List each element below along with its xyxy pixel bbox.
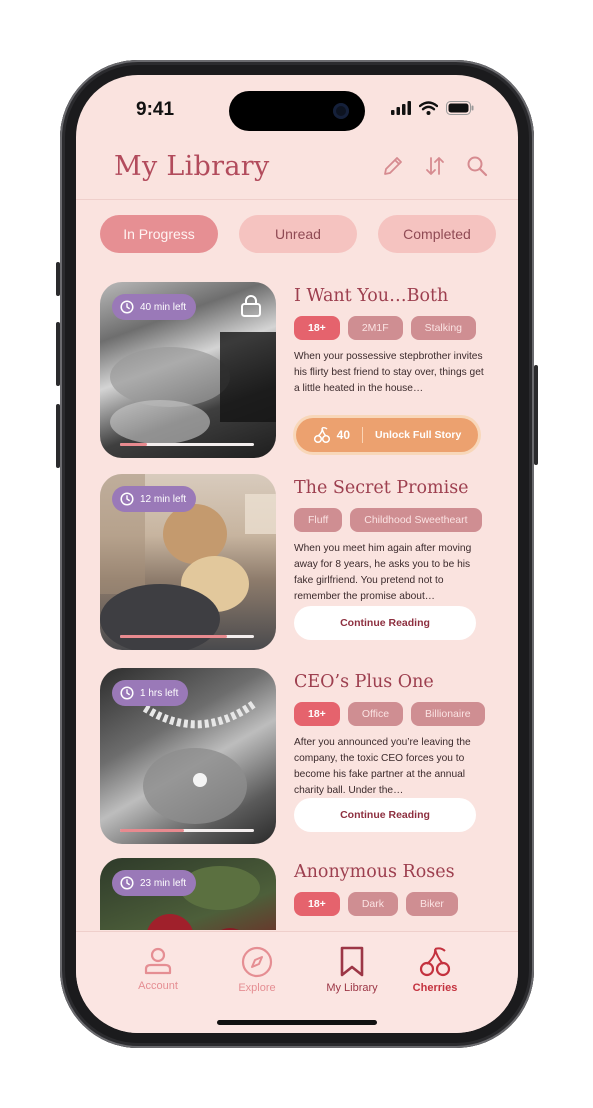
tag: Fluff — [294, 508, 343, 532]
tag: 2M1F — [347, 316, 403, 340]
time-left-badge: 40 min left — [112, 294, 197, 320]
reading-progress-bar — [120, 635, 254, 638]
time-left-text: 1 hrs left — [140, 687, 179, 699]
time-left-text: 12 min left — [140, 493, 187, 505]
nav-account[interactable]: Account — [118, 946, 198, 992]
tab-unread[interactable]: Unread — [239, 215, 357, 253]
status-time: 9:41 — [136, 99, 175, 120]
tag-mature: 18+ — [294, 316, 340, 340]
tag-list: 18+ Dark Biker — [294, 892, 484, 916]
story-title: Anonymous Roses — [294, 862, 455, 882]
tag-list: 18+ 2M1F Stalking — [294, 316, 484, 340]
nav-label: Explore — [238, 982, 276, 994]
time-left-badge: 1 hrs left — [112, 680, 189, 706]
app-header: My Library — [76, 145, 518, 200]
tab-completed[interactable]: Completed — [378, 215, 496, 253]
story-cover-image: 1 hrs left — [100, 668, 276, 844]
story-title: The Secret Promise — [294, 478, 469, 498]
signal-icon — [391, 101, 411, 115]
nav-explore[interactable]: Explore — [217, 946, 297, 994]
story-card[interactable]: 1 hrs left CEO’s Plus One 18+ Office Bil… — [100, 668, 500, 844]
pencil-icon — [384, 157, 402, 175]
power-button — [534, 365, 538, 465]
time-left-badge: 23 min left — [112, 870, 197, 896]
bookmark-icon — [340, 946, 364, 977]
wifi-icon — [419, 101, 438, 115]
tag: Biker — [405, 892, 458, 916]
reading-progress-bar — [120, 829, 254, 832]
story-description: After you announced you’re leaving the c… — [294, 737, 471, 796]
compass-icon — [241, 946, 273, 978]
unlock-full-story-button[interactable]: 40 Unlock Full Story — [296, 418, 478, 452]
nav-label: My Library — [326, 982, 378, 994]
home-indicator — [217, 1020, 377, 1025]
time-left-text: 40 min left — [140, 301, 187, 313]
story-description: When you meet him again after moving awa… — [294, 543, 472, 602]
story-title: CEO’s Plus One — [294, 672, 434, 692]
story-card[interactable]: 40 min left I Want You…Both 18+ 2M1F Sta… — [100, 282, 500, 458]
nav-cherries[interactable]: Cherries — [395, 946, 475, 994]
bottom-tab-bar: Account Explore My Library Cherries — [76, 931, 518, 1033]
search-button[interactable] — [464, 153, 490, 179]
time-left-badge: 12 min left — [112, 486, 197, 512]
cherries-icon — [313, 426, 330, 444]
tag-list: 18+ Office Billionaire — [294, 702, 485, 726]
continue-reading-button[interactable]: Continue Reading — [294, 798, 476, 832]
action-button — [56, 262, 60, 296]
tag: Dark — [347, 892, 398, 916]
nav-my-library[interactable]: My Library — [312, 946, 392, 994]
clock-icon — [120, 492, 134, 506]
tag: Childhood Sweetheart — [350, 508, 482, 532]
clock-icon — [120, 300, 134, 314]
sort-arrows-icon — [426, 157, 444, 175]
story-cover-image: 40 min left — [100, 282, 276, 458]
status-icons — [391, 101, 474, 115]
story-cover-image: 12 min left — [100, 474, 276, 650]
tag-mature: 18+ — [294, 892, 340, 916]
nav-label: Cherries — [412, 982, 458, 994]
library-tabs: In Progress Unread Completed — [100, 215, 496, 253]
cherries-icon — [419, 947, 451, 977]
search-icon — [467, 156, 488, 177]
app-screen: 9:41 My Library In Progress Unread Compl… — [76, 75, 518, 1033]
story-cover-image: 23 min left — [100, 858, 276, 930]
page-title: My Library — [114, 151, 270, 182]
edit-button[interactable] — [380, 153, 406, 179]
person-icon — [144, 947, 172, 975]
unlock-label: Unlock Full Story — [375, 429, 462, 441]
tag: Stalking — [410, 316, 477, 340]
reading-progress-bar — [120, 443, 254, 446]
sort-button[interactable] — [422, 153, 448, 179]
story-card[interactable]: 12 min left The Secret Promise Fluff Chi… — [100, 474, 500, 650]
clock-icon — [120, 686, 134, 700]
tag-mature: 18+ — [294, 702, 340, 726]
continue-reading-button[interactable]: Continue Reading — [294, 606, 476, 640]
lock-icon — [241, 295, 261, 317]
story-card[interactable]: 23 min left Anonymous Roses 18+ Dark Bik… — [100, 858, 500, 930]
story-description: When your possessive stepbrother invites… — [294, 351, 484, 394]
story-title: I Want You…Both — [294, 286, 449, 306]
tab-in-progress[interactable]: In Progress — [100, 215, 218, 253]
tag: Office — [347, 702, 404, 726]
battery-icon — [446, 101, 474, 115]
volume-up-button — [56, 322, 60, 386]
cherry-cost: 40 — [336, 428, 350, 442]
nav-label: Account — [138, 980, 178, 992]
story-list: 40 min left I Want You…Both 18+ 2M1F Sta… — [76, 280, 518, 930]
time-left-text: 23 min left — [140, 877, 187, 889]
volume-down-button — [56, 404, 60, 468]
dynamic-island — [229, 91, 365, 131]
tag: Billionaire — [411, 702, 485, 726]
clock-icon — [120, 876, 134, 890]
tag-list: Fluff Childhood Sweetheart — [294, 508, 484, 532]
